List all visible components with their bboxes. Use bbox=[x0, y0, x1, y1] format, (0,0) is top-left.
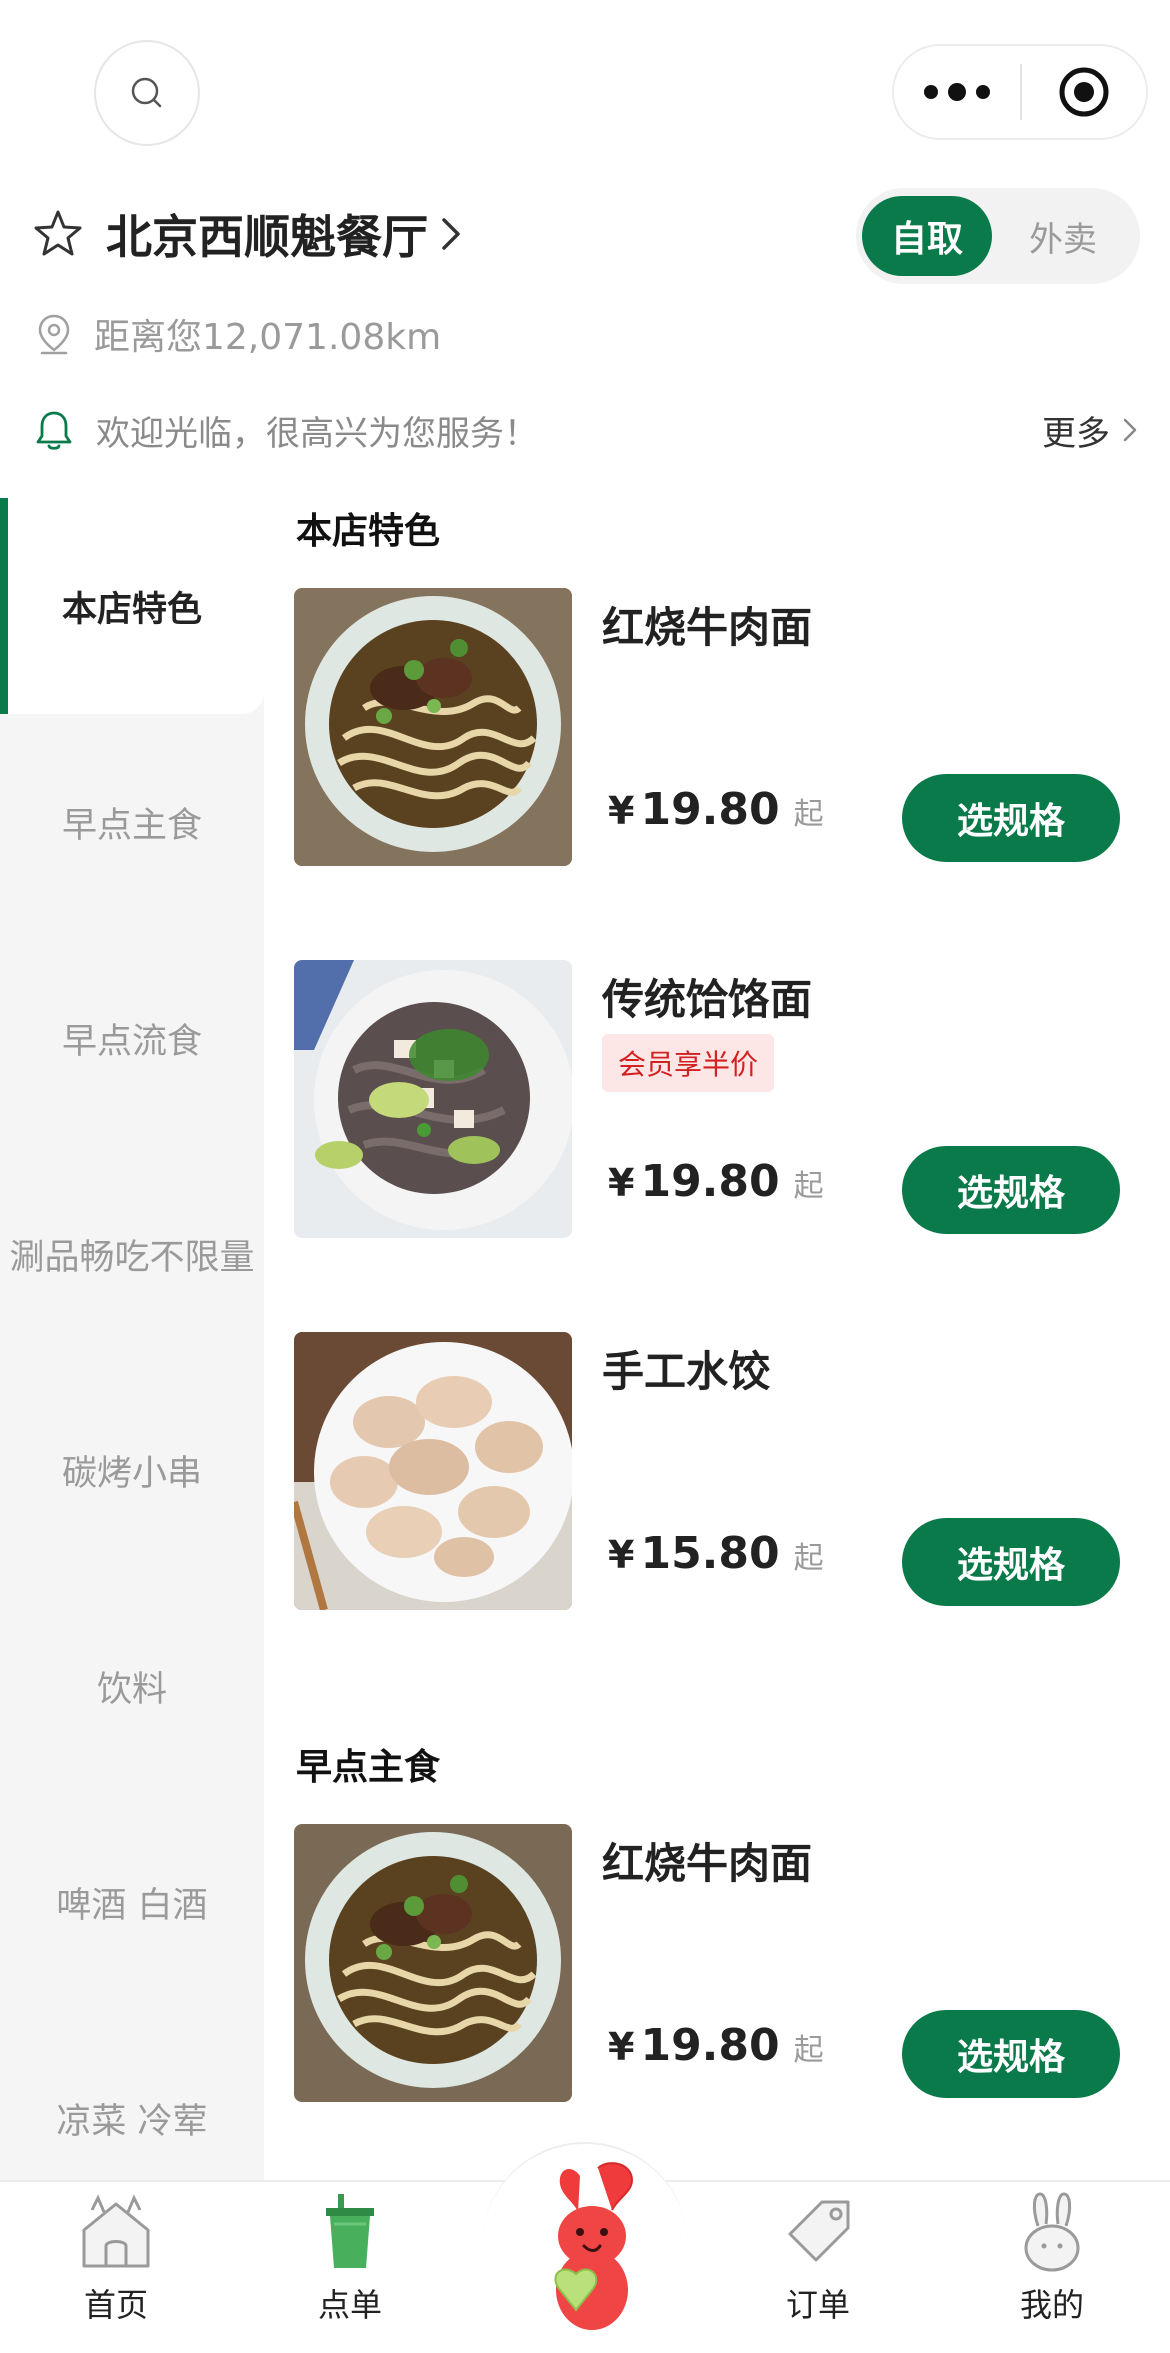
dumplings-image[interactable] bbox=[294, 1332, 572, 1610]
pickup-tab[interactable]: 自取 bbox=[862, 196, 992, 276]
choose-spec-button[interactable]: 选规格 bbox=[902, 1518, 1120, 1606]
sidebar-item-hotpot-unlimited[interactable]: 涮品畅吃不限量 bbox=[0, 1146, 264, 1362]
home-icon bbox=[82, 2194, 150, 2268]
price-suffix: 起 bbox=[793, 1541, 824, 1576]
price-suffix: 起 bbox=[793, 2033, 824, 2068]
distance-text: 距离您12,071.08km bbox=[94, 317, 442, 358]
price-amount: 19.80 bbox=[640, 1156, 780, 1207]
mini-program-capsule bbox=[892, 44, 1148, 140]
tag-icon bbox=[788, 2200, 850, 2262]
price-suffix: 起 bbox=[793, 1169, 824, 1204]
currency-symbol: ¥ bbox=[608, 1533, 635, 1577]
price-amount: 15.80 bbox=[640, 1528, 780, 1579]
more-label: 更多 bbox=[1042, 413, 1110, 454]
currency-symbol: ¥ bbox=[608, 789, 635, 833]
sidebar-item-charcoal-skewers[interactable]: 碳烤小串 bbox=[0, 1362, 264, 1578]
star-icon[interactable] bbox=[32, 208, 84, 260]
tab-orders[interactable]: 订单 bbox=[718, 2190, 918, 2340]
delivery-tab[interactable]: 外卖 bbox=[992, 212, 1134, 261]
bell-icon bbox=[36, 411, 72, 450]
price-amount: 19.80 bbox=[640, 2020, 780, 2071]
tab-label: 首页 bbox=[83, 2286, 148, 2324]
dish-name: 红烧牛肉面 bbox=[602, 1839, 813, 1888]
store-header[interactable]: 北京西顺魁餐厅 bbox=[32, 196, 462, 272]
choose-spec-button[interactable]: 选规格 bbox=[902, 1146, 1120, 1234]
mascot-icon[interactable] bbox=[520, 2158, 660, 2338]
tab-order-menu[interactable]: 点单 bbox=[250, 2190, 450, 2340]
currency-symbol: ¥ bbox=[608, 1161, 635, 1205]
price-amount: 19.80 bbox=[640, 784, 780, 835]
sidebar-item-breakfast-liquid[interactable]: 早点流食 bbox=[0, 930, 264, 1146]
price-suffix: 起 bbox=[793, 797, 824, 832]
record-target-icon[interactable] bbox=[1022, 46, 1146, 138]
sidebar-item-breakfast-staples[interactable]: 早点主食 bbox=[0, 714, 264, 930]
dish-card[interactable]: 传统饸饹面 会员享半价 ¥ 19.80 起 选规格 bbox=[294, 960, 1140, 1240]
dish-name: 红烧牛肉面 bbox=[602, 603, 813, 652]
pickup-delivery-toggle: 自取 外卖 bbox=[856, 188, 1140, 284]
tab-label: 点单 bbox=[317, 2286, 382, 2324]
notice-bar: 欢迎光临，很高兴为您服务！ 更多 bbox=[34, 402, 1138, 458]
location-pin-icon bbox=[38, 314, 70, 355]
tab-label: 我的 bbox=[1019, 2286, 1084, 2324]
sidebar-item-beer-liquor[interactable]: 啤酒 白酒 bbox=[0, 1794, 264, 2010]
sidebar-item-specials[interactable]: 本店特色 bbox=[0, 498, 264, 714]
dish-price: ¥ 19.80 起 bbox=[608, 1156, 824, 1207]
more-dots-icon[interactable] bbox=[894, 46, 1020, 138]
search-button[interactable] bbox=[94, 40, 200, 146]
tab-label: 订单 bbox=[785, 2286, 850, 2324]
dish-price: ¥ 19.80 起 bbox=[608, 2020, 824, 2071]
cup-icon bbox=[326, 2194, 374, 2268]
dish-name: 传统饸饹面 bbox=[602, 975, 813, 1024]
dish-card[interactable]: 手工水饺 ¥ 15.80 起 选规格 bbox=[294, 1332, 1140, 1612]
sidebar-item-drinks[interactable]: 饮料 bbox=[0, 1578, 264, 1794]
beef-noodle-image[interactable] bbox=[294, 1824, 572, 2102]
tab-home[interactable]: 首页 bbox=[16, 2190, 216, 2340]
dish-price: ¥ 15.80 起 bbox=[608, 1528, 824, 1579]
category-sidebar: 本店特色 早点主食 早点流食 涮品畅吃不限量 碳烤小串 饮料 啤酒 白酒 凉菜 … bbox=[0, 498, 264, 2180]
currency-symbol: ¥ bbox=[608, 2025, 635, 2069]
dish-card[interactable]: 红烧牛肉面 ¥ 19.80 起 选规格 bbox=[294, 588, 1140, 868]
notice-text: 欢迎光临，很高兴为您服务！ bbox=[96, 413, 538, 454]
tab-profile[interactable]: 我的 bbox=[952, 2190, 1152, 2340]
choose-spec-button[interactable]: 选规格 bbox=[902, 2010, 1120, 2098]
section-title: 本店特色 bbox=[296, 511, 441, 552]
beef-noodle-image[interactable] bbox=[294, 588, 572, 866]
rabbit-icon bbox=[1024, 2192, 1080, 2272]
member-half-price-badge: 会员享半价 bbox=[602, 1034, 775, 1092]
store-name: 北京西顺魁餐厅 bbox=[106, 210, 428, 264]
dish-card[interactable]: 红烧牛肉面 ¥ 19.80 起 选规格 bbox=[294, 1824, 1140, 2104]
more-link[interactable]: 更多 bbox=[1042, 406, 1138, 455]
section-title: 早点主食 bbox=[296, 1747, 441, 1788]
chevron-right-icon bbox=[1123, 418, 1137, 442]
distance-row: 距离您12,071.08km bbox=[36, 306, 441, 362]
dish-name: 手工水饺 bbox=[602, 1347, 771, 1396]
helao-noodle-image[interactable] bbox=[294, 960, 572, 1238]
choose-spec-button[interactable]: 选规格 bbox=[902, 774, 1120, 862]
search-icon bbox=[131, 77, 162, 108]
dish-price: ¥ 19.80 起 bbox=[608, 784, 824, 835]
chevron-right-icon bbox=[442, 218, 460, 250]
